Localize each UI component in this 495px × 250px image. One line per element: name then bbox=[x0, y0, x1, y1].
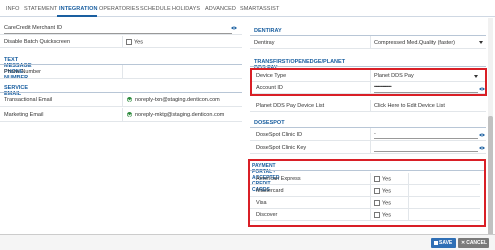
clinic-id-input[interactable] bbox=[374, 138, 478, 139]
dentiray-section-title: DENTIRAY bbox=[254, 28, 282, 34]
tab-schedule[interactable]: SCHEDULE bbox=[140, 6, 171, 12]
marketing-row: Marketing Email noreply-mktg@staging.den… bbox=[0, 108, 242, 122]
clinic-id-row: DoseSpot Clinic ID - bbox=[250, 128, 486, 141]
section-divider bbox=[250, 66, 486, 67]
active-tab-indicator bbox=[57, 15, 97, 17]
transactional-email-text: noreply-txn@staging.denticon.com bbox=[135, 97, 220, 103]
transactional-label: Transactional Email bbox=[4, 97, 53, 103]
close-icon: ✕ bbox=[461, 240, 466, 246]
eye-icon[interactable] bbox=[479, 146, 485, 150]
divider bbox=[370, 100, 371, 111]
dentiray-select[interactable]: Compressed Med.Quality (faster) bbox=[374, 40, 455, 46]
check-circle-icon bbox=[127, 97, 132, 103]
floppy-disk-icon bbox=[434, 240, 438, 245]
clinic-key-row: DoseSpot Clinic Key bbox=[250, 141, 486, 154]
marketing-label: Marketing Email bbox=[4, 112, 44, 118]
device-list-label: Planet DDS Pay Device List bbox=[256, 103, 325, 109]
phone-label: Phone Number bbox=[4, 69, 41, 75]
dentiray-label: Dentiray bbox=[254, 40, 275, 46]
eye-icon[interactable] bbox=[231, 26, 237, 30]
clinic-key-input[interactable] bbox=[374, 151, 478, 152]
divider bbox=[122, 93, 123, 106]
dosespot-section-title: DOSESPOT bbox=[254, 120, 285, 126]
highlight-box-payment-portal bbox=[248, 159, 486, 227]
edit-device-list-link[interactable]: Click Here to Edit Device List bbox=[374, 103, 445, 109]
tab-operatories[interactable]: OPERATORIES bbox=[99, 6, 139, 12]
dentiray-row: Dentiray Compressed Med.Quality (faster) bbox=[250, 36, 486, 49]
chevron-down-icon[interactable] bbox=[479, 41, 483, 44]
cancel-button-label: CANCEL bbox=[466, 240, 488, 246]
cancel-button[interactable]: ✕CANCEL bbox=[458, 238, 489, 248]
disable-batch-checkbox[interactable]: Yes bbox=[126, 39, 143, 45]
tab-statement[interactable]: STATEMENT bbox=[24, 6, 57, 12]
marketing-value: noreply-mktg@staging.denticon.com bbox=[127, 112, 224, 118]
tab-bar: INFO STATEMENT INTEGRATION OPERATORIES S… bbox=[0, 0, 495, 17]
phone-row: Phone Number bbox=[0, 65, 242, 79]
tab-smartassist[interactable]: SMARTASSIST bbox=[240, 6, 279, 12]
divider bbox=[122, 36, 123, 47]
checkbox-icon bbox=[126, 39, 132, 45]
divider bbox=[370, 36, 371, 48]
scrollbar[interactable] bbox=[488, 18, 493, 236]
clinic-key-label: DoseSpot Clinic Key bbox=[256, 145, 307, 151]
save-button-label: SAVE bbox=[439, 240, 453, 246]
divider bbox=[370, 141, 371, 153]
transactional-value: noreply-txn@staging.denticon.com bbox=[127, 97, 220, 103]
divider bbox=[370, 128, 371, 140]
clinic-id-label: DoseSpot Clinic ID bbox=[256, 132, 303, 138]
highlight-box-transfirst bbox=[250, 68, 487, 96]
carecredit-label: CareCredit Merchant ID bbox=[4, 25, 63, 31]
device-list-row: Planet DDS Pay Device List Click Here to… bbox=[250, 100, 486, 112]
check-circle-icon bbox=[127, 112, 132, 118]
carecredit-input[interactable] bbox=[4, 33, 232, 34]
transactional-row: Transactional Email noreply-txn@staging.… bbox=[0, 93, 242, 107]
save-button[interactable]: SAVE bbox=[431, 238, 456, 248]
divider bbox=[122, 108, 123, 121]
tab-holidays[interactable]: HOLIDAYS bbox=[172, 6, 200, 12]
divider bbox=[122, 65, 123, 78]
eye-icon[interactable] bbox=[479, 133, 485, 137]
integration-content: CareCredit Merchant ID Disable Batch Qui… bbox=[0, 18, 495, 234]
tab-advanced[interactable]: ADVANCED bbox=[205, 6, 236, 12]
clinic-id-value[interactable]: - bbox=[374, 131, 376, 137]
footer-bar: SAVE ✕CANCEL bbox=[0, 234, 495, 250]
disable-batch-row: Disable Batch Quickscreen Yes bbox=[0, 36, 242, 48]
marketing-email-text: noreply-mktg@staging.denticon.com bbox=[135, 112, 225, 118]
disable-batch-option: Yes bbox=[134, 39, 143, 46]
carecredit-row: CareCredit Merchant ID bbox=[0, 22, 242, 35]
tab-info[interactable]: INFO bbox=[6, 6, 20, 12]
tab-integration[interactable]: INTEGRATION bbox=[59, 6, 98, 12]
disable-batch-label: Disable Batch Quickscreen bbox=[4, 39, 71, 45]
scrollbar-thumb[interactable] bbox=[488, 116, 493, 236]
